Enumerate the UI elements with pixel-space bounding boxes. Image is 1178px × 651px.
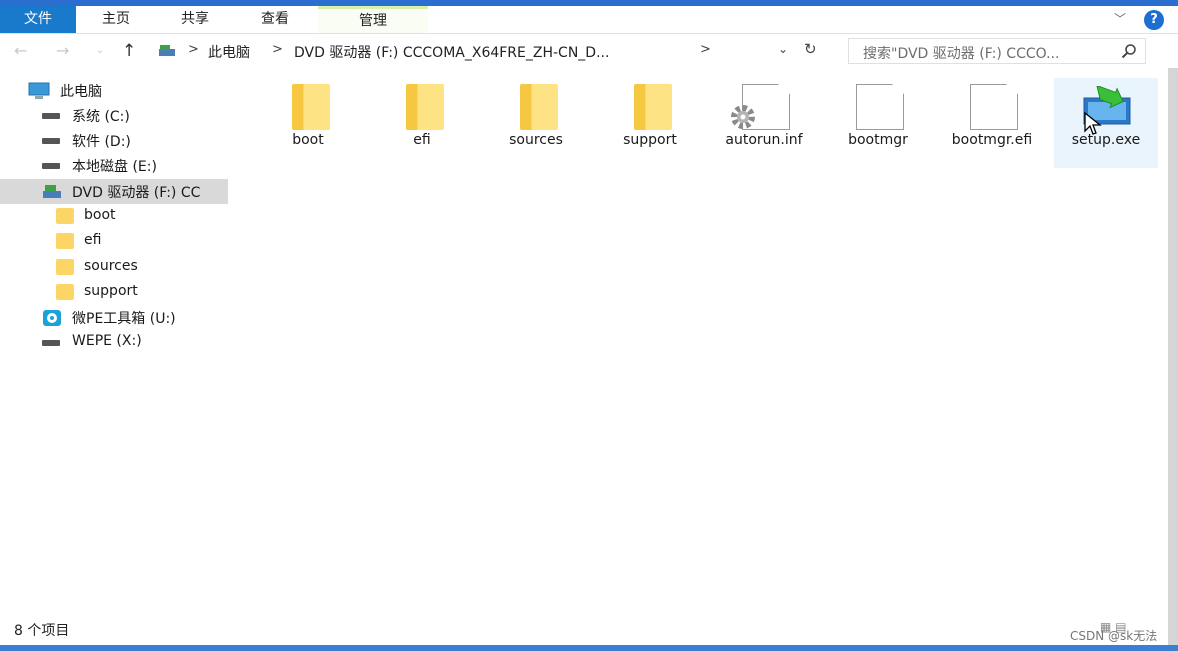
- sidebar-item-this-pc[interactable]: 此电脑: [0, 78, 228, 103]
- tab-home[interactable]: 主页: [80, 6, 152, 33]
- sidebar-item-support[interactable]: support: [0, 280, 228, 305]
- file-name: bootmgr: [848, 132, 908, 148]
- taskbar-edge: [0, 645, 1178, 651]
- folder-icon: [292, 84, 330, 130]
- sidebar-item-d-drive[interactable]: 软件 (D:): [0, 128, 228, 153]
- disc-icon: [43, 310, 61, 326]
- file-item-efi[interactable]: efi: [370, 78, 474, 168]
- address-dropdown-icon[interactable]: ⌄: [778, 42, 788, 56]
- sidebar-item-label: 此电脑: [60, 84, 102, 100]
- sidebar-item-label: 微PE工具箱 (U:): [72, 311, 176, 327]
- file-item-bootmgr-efi[interactable]: bootmgr.efi: [940, 78, 1044, 168]
- search-input[interactable]: 搜索"DVD 驱动器 (F:) CCCO...: [863, 43, 1059, 63]
- drive-icon: [42, 340, 60, 346]
- folder-icon: [56, 208, 74, 224]
- sidebar-item-wepe-toolbox[interactable]: 微PE工具箱 (U:): [0, 305, 228, 330]
- folder-icon: [56, 233, 74, 249]
- address-bar[interactable]: > 此电脑 > DVD 驱动器 (F:) CCCOMA_X64FRE_ZH-CN…: [152, 38, 832, 64]
- breadcrumb-separator[interactable]: >: [272, 42, 283, 57]
- back-arrow-icon[interactable]: ←: [14, 41, 27, 60]
- file-item-sources[interactable]: sources: [484, 78, 588, 168]
- drive-icon: [42, 113, 60, 119]
- document-icon: [856, 84, 904, 130]
- tab-file[interactable]: 文件: [0, 6, 76, 33]
- file-item-boot[interactable]: boot: [256, 78, 360, 168]
- file-list: boot efi sources support autorun.inf boo…: [240, 74, 1170, 604]
- sidebar-item-c-drive[interactable]: 系统 (C:): [0, 103, 228, 128]
- dvd-drive-icon: [159, 45, 175, 56]
- tab-view[interactable]: 查看: [238, 6, 312, 33]
- file-name: efi: [413, 132, 431, 148]
- ribbon-collapse-icon[interactable]: ﹀: [1114, 10, 1126, 27]
- sidebar-item-label: DVD 驱动器 (F:) CC: [72, 185, 201, 201]
- status-item-count: 8 个项目: [14, 623, 70, 639]
- ribbon-tab-bar: 文件 主页 共享 查看 管理 ﹀ ?: [0, 0, 1178, 34]
- sidebar-item-label: sources: [84, 258, 138, 274]
- sidebar-item-label: WEPE (X:): [72, 333, 142, 349]
- file-item-support[interactable]: support: [598, 78, 702, 168]
- up-arrow-icon[interactable]: ↑: [122, 41, 136, 61]
- breadcrumb-dvd-drive[interactable]: DVD 驱动器 (F:) CCCOMA_X64FRE_ZH-CN_D...: [294, 42, 609, 62]
- folder-icon: [406, 84, 444, 130]
- navigation-bar: ← → ⌄ ↑ > 此电脑 > DVD 驱动器 (F:) CCCOMA_X64F…: [0, 34, 1178, 68]
- file-name: autorun.inf: [725, 132, 803, 148]
- navigation-pane: 此电脑 系统 (C:) 软件 (D:) 本地磁盘 (E:) DVD 驱动器 (F…: [0, 74, 228, 614]
- file-item-autorun[interactable]: autorun.inf: [712, 78, 816, 168]
- sidebar-item-label: boot: [84, 207, 116, 223]
- drive-icon: [42, 138, 60, 144]
- gear-icon: [731, 105, 755, 129]
- file-item-bootmgr[interactable]: bootmgr: [826, 78, 930, 168]
- tab-manage[interactable]: 管理: [318, 6, 428, 33]
- file-name: setup.exe: [1071, 132, 1141, 148]
- sidebar-item-sources[interactable]: sources: [0, 255, 228, 280]
- help-icon[interactable]: ?: [1144, 10, 1164, 30]
- breadcrumb-separator[interactable]: >: [188, 42, 199, 57]
- refresh-icon[interactable]: ↻: [804, 40, 817, 58]
- search-icon[interactable]: [1121, 43, 1137, 59]
- computer-icon: [28, 82, 50, 99]
- tab-share[interactable]: 共享: [158, 6, 232, 33]
- search-box[interactable]: 搜索"DVD 驱动器 (F:) CCCO...: [848, 38, 1146, 64]
- sidebar-item-efi[interactable]: efi: [0, 229, 228, 254]
- sidebar-item-boot[interactable]: boot: [0, 204, 228, 229]
- drive-icon: [42, 163, 60, 169]
- folder-icon: [56, 284, 74, 300]
- breadcrumb-this-pc[interactable]: 此电脑: [208, 42, 250, 62]
- file-name: support: [623, 132, 677, 148]
- file-item-setup[interactable]: setup.exe: [1054, 78, 1158, 168]
- folder-icon: [520, 84, 558, 130]
- file-name: sources: [509, 132, 563, 148]
- folder-icon: [56, 259, 74, 275]
- sidebar-item-label: 软件 (D:): [72, 134, 131, 150]
- dvd-drive-icon: [43, 185, 61, 198]
- window-border: [1168, 68, 1178, 651]
- sidebar-item-wepe-x[interactable]: WEPE (X:): [0, 330, 228, 355]
- document-icon: [970, 84, 1018, 130]
- breadcrumb-separator[interactable]: >: [700, 42, 711, 57]
- explorer-window: 文件 主页 共享 查看 管理 ﹀ ? ← → ⌄ ↑ > 此电脑 > DVD 驱…: [0, 0, 1178, 651]
- sidebar-item-label: 本地磁盘 (E:): [72, 159, 157, 175]
- sidebar-item-label: efi: [84, 232, 102, 248]
- forward-arrow-icon[interactable]: →: [56, 41, 69, 60]
- sidebar-item-label: 系统 (C:): [72, 109, 130, 125]
- file-name: bootmgr.efi: [951, 132, 1033, 148]
- sidebar-item-e-drive[interactable]: 本地磁盘 (E:): [0, 153, 228, 178]
- file-name: boot: [292, 132, 324, 148]
- sidebar-item-label: support: [84, 283, 138, 299]
- watermark: CSDN @sk无法: [1070, 629, 1158, 643]
- sidebar-item-dvd-drive[interactable]: DVD 驱动器 (F:) CC: [0, 179, 228, 204]
- folder-icon: [634, 84, 672, 130]
- recent-locations-chevron-icon[interactable]: ⌄: [96, 45, 104, 56]
